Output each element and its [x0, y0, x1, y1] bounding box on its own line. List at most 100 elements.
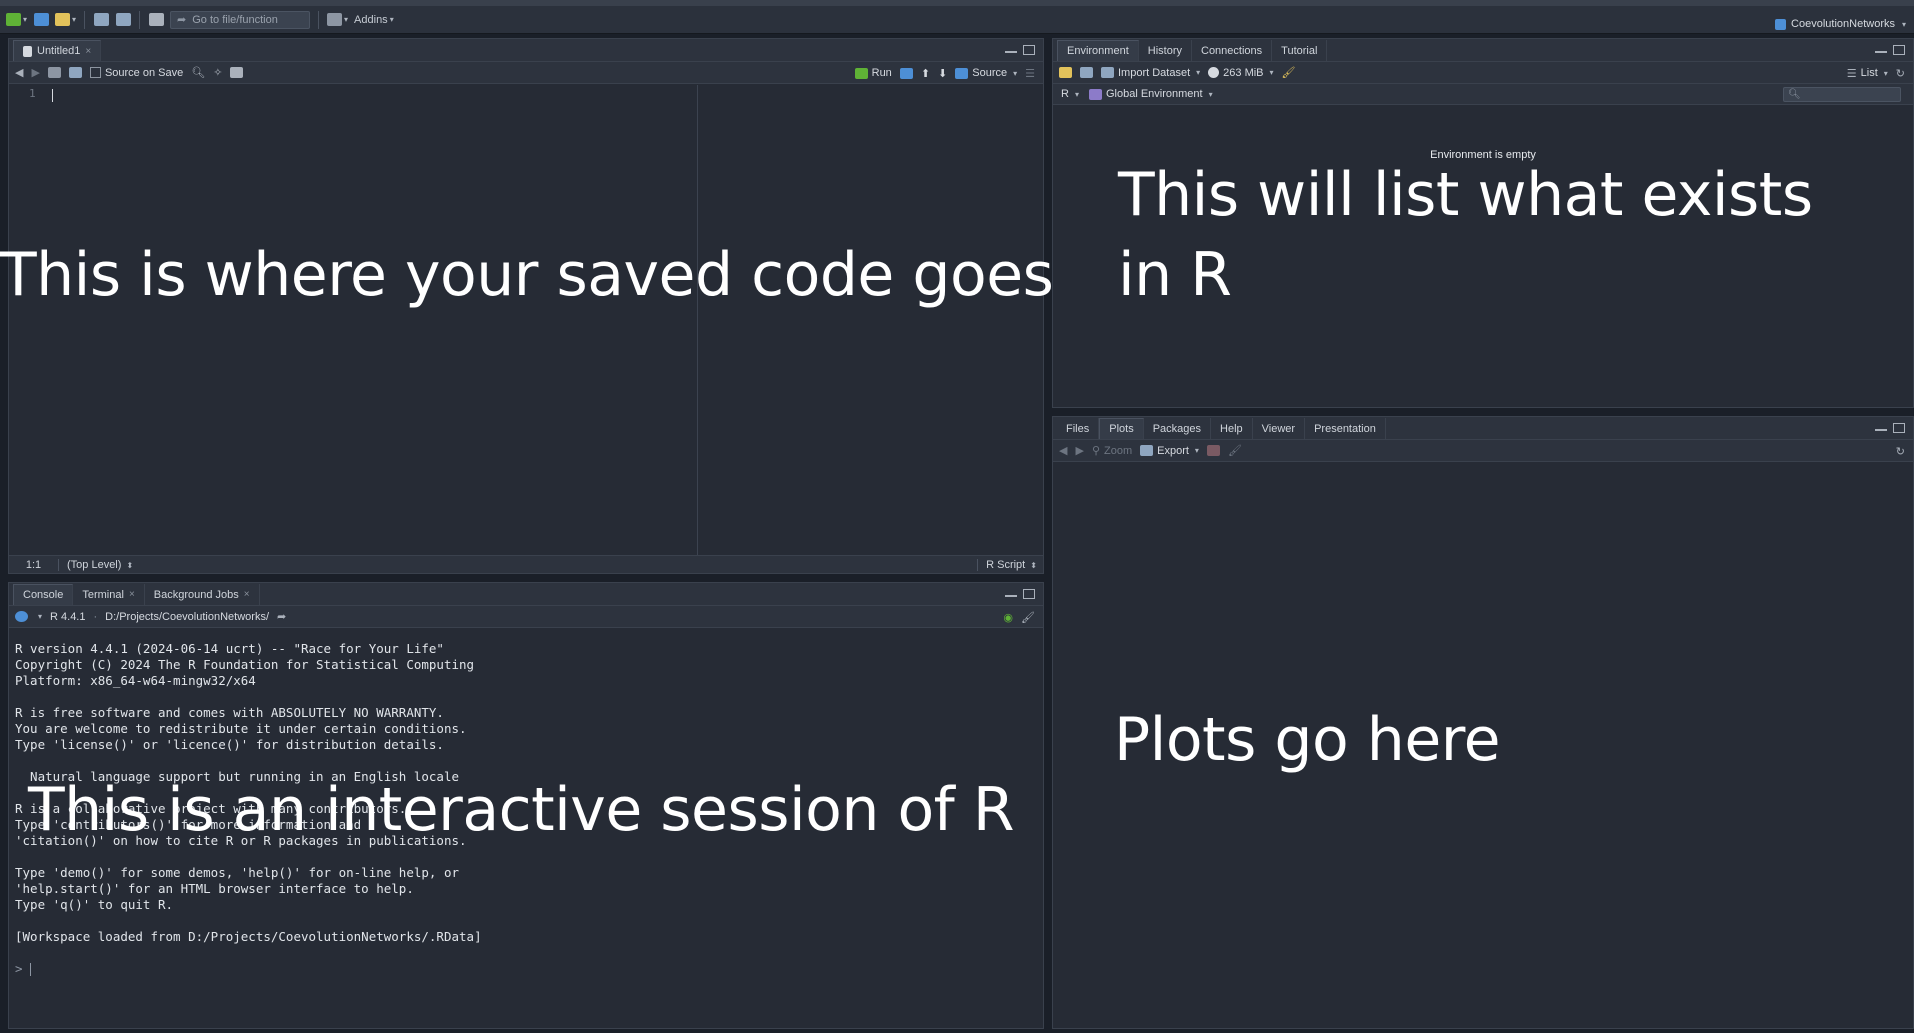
- editor-statusbar: 1:1 (Top Level) ⬍ R Script ⬍: [9, 555, 1043, 573]
- goto-file-input[interactable]: ➦ Go to file/function: [170, 10, 311, 29]
- source-button[interactable]: Source ▾: [955, 67, 1017, 79]
- up-arrow-icon[interactable]: ⬆: [921, 67, 930, 80]
- refresh-icon[interactable]: ↻: [1896, 445, 1905, 458]
- scope-selector[interactable]: Global Environment ▾: [1088, 88, 1213, 100]
- status-ok-icon: ◉: [1003, 611, 1014, 624]
- import-dataset-button[interactable]: Import Dataset ▾: [1101, 67, 1200, 79]
- search-icon[interactable]: 🔍︎: [191, 66, 205, 79]
- r-version-label: R 4.4.1: [50, 610, 86, 623]
- project-menu[interactable]: CoevolutionNetworks ▾: [1775, 18, 1906, 30]
- zoom-button[interactable]: ⚲ Zoom: [1091, 444, 1133, 458]
- language-selector[interactable]: R ▾: [1061, 88, 1079, 100]
- close-icon[interactable]: ×: [129, 589, 135, 600]
- back-arrow-icon[interactable]: ◀: [1059, 444, 1067, 457]
- tab-connections[interactable]: Connections: [1192, 40, 1273, 61]
- run-button[interactable]: Run: [854, 67, 892, 79]
- save-all-button[interactable]: [115, 10, 131, 30]
- forward-arrow-icon[interactable]: ▶: [31, 66, 39, 79]
- close-icon[interactable]: ×: [244, 589, 250, 600]
- tab-environment[interactable]: Environment: [1057, 40, 1139, 61]
- open-file-button[interactable]: ▾: [55, 10, 76, 30]
- go-to-dir-icon[interactable]: ➦: [277, 610, 286, 623]
- maximize-icon[interactable]: [1023, 589, 1035, 599]
- tab-presentation[interactable]: Presentation: [1305, 418, 1386, 439]
- save-icon: [93, 13, 109, 26]
- tab-console[interactable]: Console: [13, 584, 74, 605]
- export-label: Export: [1157, 444, 1189, 457]
- save-icon[interactable]: [68, 67, 82, 78]
- tab-terminal[interactable]: Terminal ×: [73, 584, 145, 605]
- broom-icon[interactable]: 🖌︎: [1282, 66, 1296, 79]
- tab-history[interactable]: History: [1139, 40, 1192, 61]
- code-editor[interactable]: 1: [9, 85, 1043, 555]
- zoom-label: Zoom: [1104, 444, 1133, 457]
- import-label: Import Dataset: [1118, 66, 1191, 79]
- text-cursor: [30, 963, 32, 976]
- memory-usage-button[interactable]: 263 MiB ▾: [1208, 67, 1274, 79]
- source-tabbar: Untitled1 ×: [9, 39, 1043, 62]
- console-pane: Console Terminal × Background Jobs × ▾ R 4…: [8, 582, 1044, 1029]
- new-project-button[interactable]: [33, 10, 49, 30]
- list-icon: ☰: [1846, 67, 1857, 80]
- export-icon: [1140, 445, 1154, 456]
- zoom-icon: ⚲: [1091, 445, 1100, 457]
- env-toolbar: Import Dataset ▾ 263 MiB ▾ 🖌︎ ☰ List ▾ ↻: [1053, 62, 1913, 84]
- back-arrow-icon[interactable]: ◀: [15, 66, 23, 79]
- addins-button[interactable]: Addins ▾: [354, 10, 394, 30]
- outline-icon[interactable]: ☰: [1025, 67, 1035, 80]
- environment-icon: [1088, 88, 1102, 100]
- tab-label: Untitled1: [37, 45, 81, 57]
- run-icon: [854, 67, 868, 79]
- source-on-save-label: Source on Save: [104, 66, 184, 79]
- pane-layout-button[interactable]: ▾: [327, 10, 348, 30]
- tab-background-jobs[interactable]: Background Jobs ×: [145, 584, 260, 605]
- window-controls: [1005, 589, 1035, 599]
- tab-label: Tutorial: [1281, 44, 1318, 57]
- forward-arrow-icon[interactable]: ▶: [1075, 444, 1083, 457]
- working-dir-label: D:/Projects/CoevolutionNetworks/: [105, 610, 269, 623]
- scope-selector[interactable]: (Top Level) ⬍: [59, 559, 133, 571]
- maximize-icon[interactable]: [1023, 45, 1035, 55]
- broom-icon[interactable]: 🖌︎: [1021, 611, 1035, 624]
- addins-label: Addins: [354, 13, 388, 26]
- load-workspace-icon[interactable]: [1059, 67, 1072, 78]
- tab-viewer[interactable]: Viewer: [1253, 418, 1306, 439]
- tab-untitled1[interactable]: Untitled1 ×: [13, 40, 102, 61]
- new-file-button[interactable]: ▾: [6, 10, 27, 30]
- refresh-icon[interactable]: ↻: [1896, 67, 1905, 80]
- magic-wand-icon[interactable]: ✧: [213, 66, 222, 79]
- save-workspace-icon[interactable]: [1080, 67, 1093, 78]
- minimize-icon[interactable]: [1005, 589, 1017, 597]
- tab-packages[interactable]: Packages: [1144, 418, 1212, 439]
- minimize-icon[interactable]: [1005, 45, 1017, 53]
- env-search-input[interactable]: 🔍︎: [1783, 87, 1901, 102]
- minimize-icon[interactable]: [1875, 45, 1887, 53]
- compile-report-icon[interactable]: [230, 67, 244, 78]
- minimize-icon[interactable]: [1875, 423, 1887, 431]
- tab-plots[interactable]: Plots: [1099, 418, 1144, 439]
- tab-tutorial[interactable]: Tutorial: [1272, 40, 1328, 61]
- print-button[interactable]: [148, 10, 164, 30]
- tab-files[interactable]: Files: [1057, 418, 1100, 439]
- broom-icon[interactable]: 🖌︎: [1228, 444, 1242, 457]
- list-view-button[interactable]: ☰ List ▾: [1847, 67, 1888, 80]
- source-on-save-checkbox[interactable]: Source on Save: [89, 66, 184, 79]
- down-arrow-icon[interactable]: ⬇: [938, 67, 947, 80]
- tab-help[interactable]: Help: [1211, 418, 1253, 439]
- rerun-icon[interactable]: [899, 67, 913, 79]
- remove-plot-icon[interactable]: [1206, 445, 1220, 456]
- save-button[interactable]: [93, 10, 109, 30]
- tab-label: Packages: [1152, 422, 1202, 435]
- show-in-window-icon[interactable]: [47, 67, 61, 78]
- file-type-selector[interactable]: R Script ⬍: [977, 558, 1037, 571]
- console-output[interactable]: R version 4.4.1 (2024-06-14 ucrt) -- "Ra…: [9, 629, 1043, 1028]
- console-toolbar: ▾ R 4.4.1 · D:/Projects/CoevolutionNetwo…: [9, 606, 1043, 628]
- export-button[interactable]: Export ▾: [1140, 445, 1199, 457]
- file-type-label: R Script: [986, 558, 1026, 571]
- lang-label: R: [1061, 88, 1069, 100]
- maximize-icon[interactable]: [1893, 423, 1905, 433]
- window-controls: [1875, 423, 1905, 433]
- search-icon: 🔍︎: [1788, 89, 1801, 100]
- maximize-icon[interactable]: [1893, 45, 1905, 55]
- close-icon[interactable]: ×: [85, 46, 91, 57]
